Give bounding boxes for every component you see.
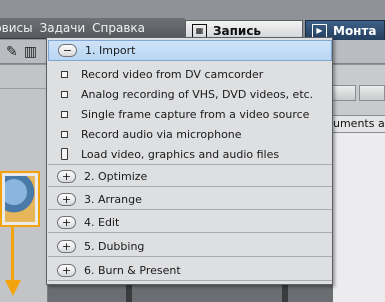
panel-header: uments a xyxy=(333,115,385,133)
square-bullet-icon xyxy=(61,70,68,78)
wrench-icon[interactable]: ✎ xyxy=(6,44,18,60)
expand-toggle-icon[interactable]: + xyxy=(57,263,76,277)
square-bullet-icon xyxy=(61,110,68,118)
media-thumbnail[interactable] xyxy=(0,171,40,227)
section-burn-present[interactable]: + 6. Burn & Present xyxy=(48,260,332,281)
section-label: 6. Burn & Present xyxy=(84,263,181,277)
section-optimize[interactable]: + 2. Optimize xyxy=(48,166,332,187)
menu-help[interactable]: Справка xyxy=(92,21,152,35)
film-strip-icon[interactable]: ▥ xyxy=(24,44,37,60)
bottom-divider xyxy=(282,285,288,302)
file-bullet-icon xyxy=(61,148,68,160)
expand-toggle-icon[interactable]: + xyxy=(57,169,76,183)
panel-body xyxy=(333,133,385,302)
section-label: 3. Arrange xyxy=(84,192,142,206)
panel-tab[interactable] xyxy=(329,85,356,101)
section-dubbing[interactable]: + 5. Dubbing xyxy=(48,236,332,257)
menu-item-record-audio[interactable]: Record audio via microphone xyxy=(61,124,242,144)
menu-tasks[interactable]: Задачи xyxy=(40,21,93,35)
bottom-divider xyxy=(126,285,132,302)
collapse-toggle-icon[interactable]: − xyxy=(58,44,77,57)
menu-item-label: Analog recording of VHS, DVD videos, etc… xyxy=(81,87,314,101)
square-bullet-icon xyxy=(61,130,68,138)
expand-toggle-icon[interactable]: + xyxy=(57,239,76,253)
section-label: 5. Dubbing xyxy=(84,239,145,253)
arrow-down-icon xyxy=(5,227,21,302)
menu-item-label: Single frame capture from a video source xyxy=(81,107,310,121)
toolbar-right xyxy=(333,40,385,64)
menu-item-analog-recording[interactable]: Analog recording of VHS, DVD videos, etc… xyxy=(61,84,313,104)
tab-edit-label: Монта xyxy=(333,24,377,38)
toolbar: ✎ ▥ xyxy=(0,40,48,64)
section-arrange[interactable]: + 3. Arrange xyxy=(48,189,332,210)
play-icon: ▶ xyxy=(312,24,327,38)
section-import[interactable]: − 1. Import xyxy=(48,40,332,61)
menu-services[interactable]: рвисы xyxy=(0,21,40,35)
right-panel: uments a xyxy=(329,65,385,302)
bottom-frame xyxy=(48,285,333,302)
section-label: 2. Optimize xyxy=(84,169,148,183)
menu-item-load-files[interactable]: Load video, graphics and audio files xyxy=(61,144,279,164)
menu-item-label: Load video, graphics and audio files xyxy=(81,147,280,161)
section-label: 1. Import xyxy=(85,44,136,57)
menu-item-record-dv[interactable]: Record video from DV camcorder xyxy=(61,64,263,84)
divider xyxy=(48,164,332,165)
workflow-dropdown-menu: − 1. Import Record video from DV camcord… xyxy=(46,37,333,285)
menu-item-label: Record video from DV camcorder xyxy=(81,67,264,81)
thumbnail-image xyxy=(5,176,35,222)
tab-record-label: Запись xyxy=(213,24,262,38)
menu-bar: рвисы Задачи Справка xyxy=(0,18,185,39)
menu-item-frame-capture[interactable]: Single frame capture from a video source xyxy=(61,104,309,124)
film-icon: ▦ xyxy=(192,24,207,38)
section-edit[interactable]: + 4. Edit xyxy=(48,212,332,233)
panel-tab[interactable] xyxy=(359,85,385,101)
section-label: 4. Edit xyxy=(84,215,120,229)
expand-toggle-icon[interactable]: + xyxy=(57,192,76,206)
expand-toggle-icon[interactable]: + xyxy=(57,215,76,229)
divider xyxy=(0,88,48,89)
square-bullet-icon xyxy=(61,90,68,98)
menu-item-label: Record audio via microphone xyxy=(81,127,242,141)
